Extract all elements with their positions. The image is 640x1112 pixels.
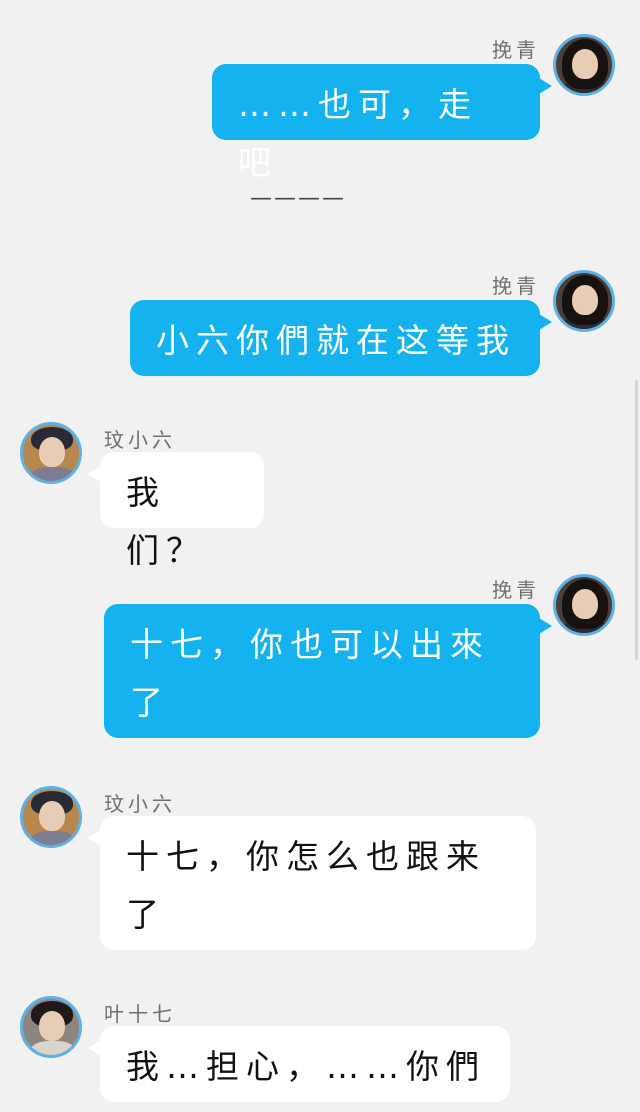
sender-name: 玟小六 [104,428,176,452]
message-bubble-outgoing[interactable]: 小六你們就在这等我 [130,300,552,376]
avatar-xiaoliu[interactable] [20,422,82,484]
message-bubble-outgoing[interactable]: 十七，你也可以出來了 [104,604,552,738]
sender-name: 叶十七 [104,1002,176,1026]
avatar-xiaoliu[interactable] [20,786,82,848]
avatar-wanqing[interactable] [553,574,615,636]
message-bubble-incoming[interactable]: 十七，你怎么也跟来了 [88,816,536,950]
sender-name: 挽青 [492,274,540,298]
scrollbar[interactable] [635,380,638,660]
sender-name: 挽青 [492,38,540,62]
chat-view: 挽青 ……也可，走吧 ———— 挽青 小六你們就在这等我 玟小六 我们？ 挽青 … [0,0,640,1112]
sender-name: 挽青 [492,578,540,602]
message-text: 十七，你也可以出來了 [130,625,490,722]
message-text: ……也可，走吧 [238,85,478,182]
message-text: 小六你們就在这等我 [156,321,516,360]
message-bubble-outgoing[interactable]: ……也可，走吧 [212,64,552,182]
message-text: 我们？ [126,473,206,570]
message-bubble-incoming[interactable]: 我们？ [88,452,264,570]
separator: ———— [250,186,346,211]
message-text: 十七，你怎么也跟来了 [126,837,486,934]
message-bubble-incoming[interactable]: 我…担心，……你們 [88,1026,510,1102]
avatar-shiqi[interactable] [20,996,82,1058]
avatar-wanqing[interactable] [553,34,615,96]
message-text: 我…担心，……你們 [126,1047,486,1086]
sender-name: 玟小六 [104,792,176,816]
avatar-wanqing[interactable] [553,270,615,332]
